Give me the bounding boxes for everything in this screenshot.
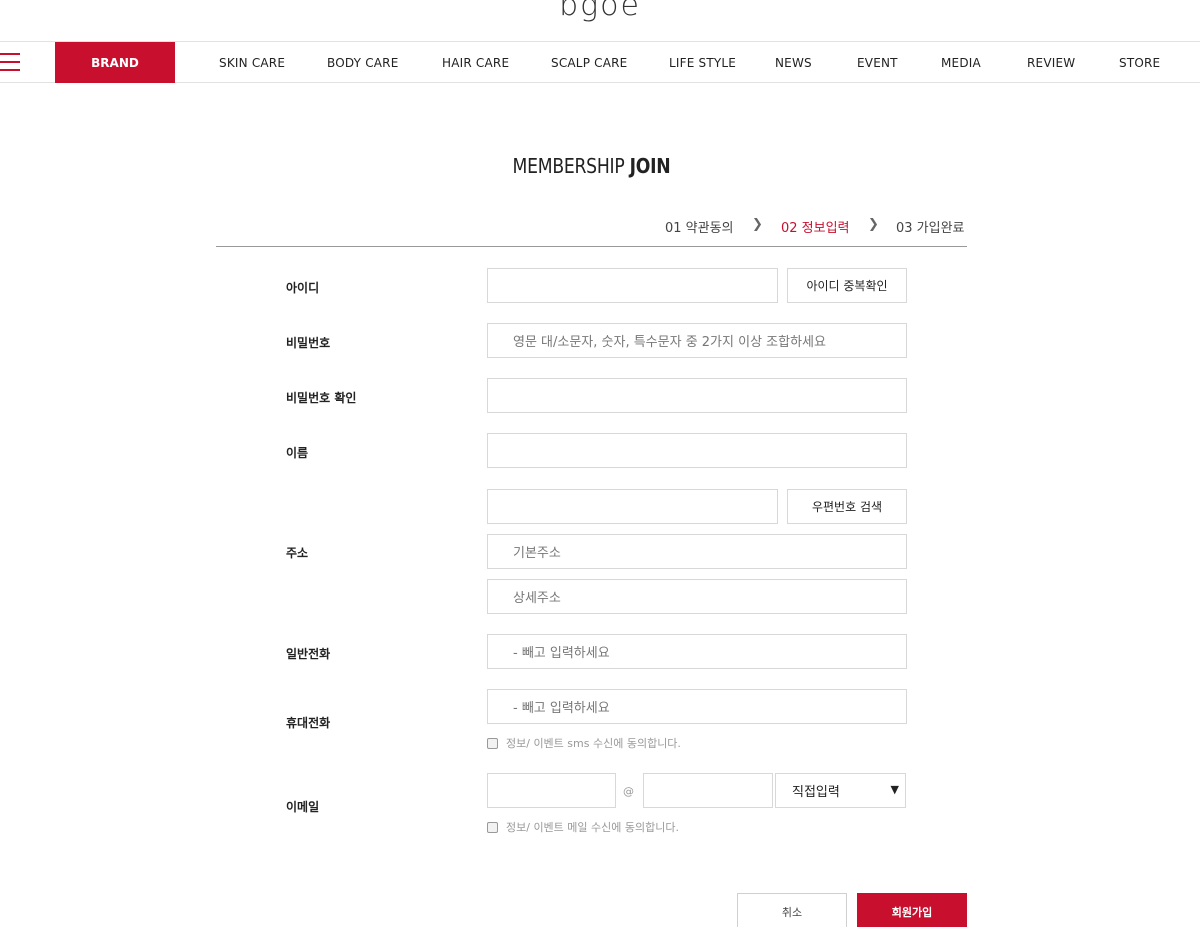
phone-label: 일반전화 bbox=[286, 647, 331, 661]
phone-input[interactable]: - 빼고 입력하세요 bbox=[487, 634, 907, 669]
main-nav: BRAND SKIN CARE BODY CARE HAIR CARE SCAL… bbox=[0, 41, 1200, 83]
nav-item-review[interactable]: REVIEW bbox=[1027, 42, 1075, 83]
brand-logo[interactable]: bgoe bbox=[0, 0, 1200, 23]
email-agree-row: 정보/ 이벤트 메일 수신에 동의합니다. bbox=[487, 819, 679, 835]
join-button[interactable]: 회원가입 bbox=[857, 893, 967, 927]
nav-item-news[interactable]: NEWS bbox=[775, 42, 812, 83]
email-domain-select-value: 직접입력 bbox=[792, 785, 840, 800]
cancel-button[interactable]: 취소 bbox=[737, 893, 847, 927]
step-complete: 03 가입완료 bbox=[896, 221, 965, 236]
email-domain-select[interactable]: 직접입력 ▼ bbox=[775, 773, 906, 808]
id-input[interactable] bbox=[487, 268, 778, 303]
password-input[interactable]: 영문 대/소문자, 숫자, 특수문자 중 2가지 이상 조합하세요 bbox=[487, 323, 907, 358]
menu-icon-line bbox=[0, 61, 20, 63]
nav-item-life-style[interactable]: LIFE STYLE bbox=[669, 42, 736, 83]
page: bgoe BRAND SKIN CARE BODY CARE HAIR CARE… bbox=[0, 0, 1200, 927]
id-check-button[interactable]: 아이디 중복확인 bbox=[787, 268, 907, 303]
email-agree-checkbox[interactable] bbox=[487, 821, 498, 833]
zipcode-search-button[interactable]: 우편번호 검색 bbox=[787, 489, 907, 524]
email-label: 이메일 bbox=[286, 800, 320, 814]
sms-agree-label: 정보/ 이벤트 sms 수신에 동의합니다. bbox=[506, 737, 681, 750]
zipcode-input[interactable] bbox=[487, 489, 778, 524]
menu-icon-line bbox=[0, 69, 20, 71]
mobile-input[interactable]: - 빼고 입력하세요 bbox=[487, 689, 907, 724]
nav-item-skin-care[interactable]: SKIN CARE bbox=[219, 42, 285, 83]
address-label: 주소 bbox=[286, 546, 309, 560]
menu-icon-line bbox=[0, 53, 20, 55]
nav-item-scalp-care[interactable]: SCALP CARE bbox=[551, 42, 627, 83]
join-steps: 01 약관동의 ❯ 02 정보입력 ❯ 03 가입완료 bbox=[0, 217, 1200, 236]
step-terms: 01 약관동의 bbox=[665, 221, 734, 236]
sms-agree-checkbox[interactable] bbox=[487, 737, 498, 749]
password-label: 비밀번호 bbox=[286, 336, 331, 350]
chevron-right-icon: ❯ bbox=[752, 217, 763, 232]
id-label: 아이디 bbox=[286, 281, 320, 295]
email-at-sign: @ bbox=[623, 785, 634, 798]
address-basic-input[interactable]: 기본주소 bbox=[487, 534, 907, 569]
email-agree-label: 정보/ 이벤트 메일 수신에 동의합니다. bbox=[506, 821, 679, 834]
nav-item-body-care[interactable]: BODY CARE bbox=[327, 42, 399, 83]
steps-divider bbox=[216, 246, 967, 247]
name-label: 이름 bbox=[286, 446, 309, 460]
name-input[interactable] bbox=[487, 433, 907, 468]
sms-agree-row: 정보/ 이벤트 sms 수신에 동의합니다. bbox=[487, 735, 681, 751]
email-local-input[interactable] bbox=[487, 773, 616, 808]
page-title: MEMBERSHIP JOIN bbox=[83, 154, 1100, 178]
password-confirm-input[interactable] bbox=[487, 378, 907, 413]
nav-item-brand[interactable]: BRAND bbox=[55, 42, 175, 83]
mobile-label: 휴대전화 bbox=[286, 716, 331, 730]
nav-item-hair-care[interactable]: HAIR CARE bbox=[442, 42, 509, 83]
page-title-light: MEMBERSHIP bbox=[512, 154, 630, 178]
email-domain-input[interactable] bbox=[643, 773, 773, 808]
nav-item-media[interactable]: MEDIA bbox=[941, 42, 981, 83]
address-detail-input[interactable]: 상세주소 bbox=[487, 579, 907, 614]
menu-icon[interactable] bbox=[0, 53, 20, 73]
page-title-bold: JOIN bbox=[629, 154, 671, 178]
nav-item-store[interactable]: STORE bbox=[1119, 42, 1160, 83]
caret-down-icon: ▼ bbox=[890, 783, 899, 796]
password-confirm-label: 비밀번호 확인 bbox=[286, 391, 357, 405]
chevron-right-icon: ❯ bbox=[868, 217, 879, 232]
step-info: 02 정보입력 bbox=[781, 221, 850, 236]
nav-item-event[interactable]: EVENT bbox=[857, 42, 898, 83]
